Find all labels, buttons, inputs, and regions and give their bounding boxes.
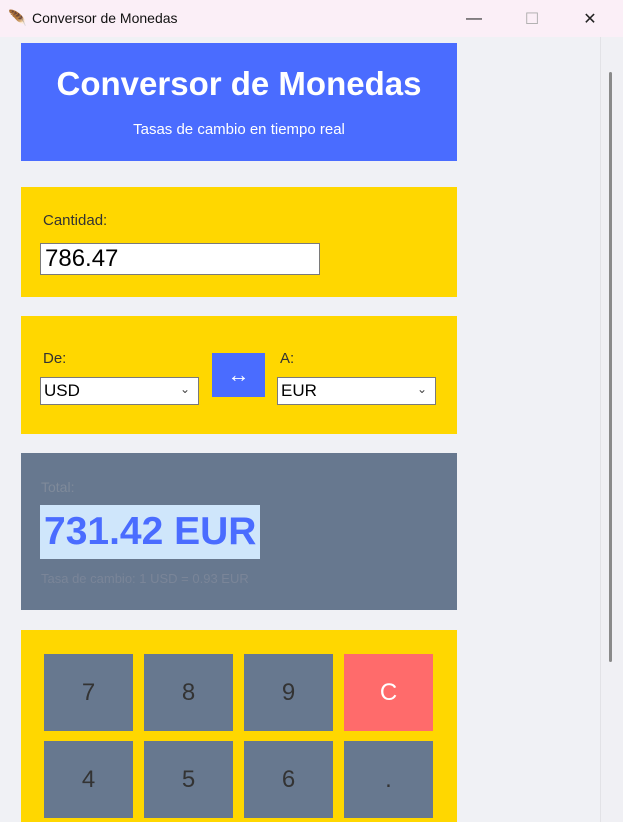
key-9[interactable]: 9 (244, 654, 333, 731)
currency-panel: De: USD ⌄ ↔ A: EUR ⌄ (21, 316, 457, 434)
key-7[interactable]: 7 (44, 654, 133, 731)
result-panel: Total: 731.42 EUR Tasa de cambio: 1 USD … (21, 453, 457, 610)
feather-icon: 🪶 (8, 10, 27, 27)
exchange-rate-text: Tasa de cambio: 1 USD = 0.93 EUR (41, 571, 249, 586)
amount-panel: Cantidad: 786.47 (21, 187, 457, 297)
clear-button[interactable]: C (344, 654, 433, 731)
to-label: A: (280, 350, 295, 367)
to-currency-value: EUR (281, 381, 317, 400)
to-currency-select[interactable]: EUR ⌄ (277, 377, 436, 405)
key-decimal[interactable]: . (344, 741, 433, 818)
key-4[interactable]: 4 (44, 741, 133, 818)
chevron-down-icon: ⌄ (416, 382, 427, 396)
key-5[interactable]: 5 (144, 741, 233, 818)
swap-arrows-icon: ↔ (227, 362, 250, 387)
header-panel: Conversor de Monedas Tasas de cambio en … (21, 43, 457, 161)
swap-button[interactable]: ↔ (212, 353, 265, 397)
from-currency-select[interactable]: USD ⌄ (40, 377, 199, 405)
title-bar: 🪶 Conversor de Monedas — ☐ ✕ (0, 0, 623, 38)
key-6[interactable]: 6 (244, 741, 333, 818)
app-subtitle: Tasas de cambio en tiempo real (133, 121, 345, 138)
key-8[interactable]: 8 (144, 654, 233, 731)
app-content: Conversor de Monedas Tasas de cambio en … (0, 37, 600, 822)
chevron-down-icon: ⌄ (179, 382, 190, 396)
scrollbar-thumb[interactable] (609, 72, 612, 662)
app-title: Conversor de Monedas (56, 65, 422, 102)
from-currency-value: USD (44, 381, 80, 400)
result-label: Total: (41, 479, 75, 495)
window-title: Conversor de Monedas (32, 10, 178, 26)
from-label: De: (43, 350, 67, 367)
minimize-button[interactable]: — (445, 0, 503, 37)
close-button[interactable]: ✕ (561, 0, 619, 37)
vertical-scrollbar[interactable] (600, 37, 623, 822)
maximize-button[interactable]: ☐ (503, 0, 561, 37)
result-value: 731.42 EUR (40, 505, 261, 559)
amount-label: Cantidad: (43, 212, 108, 229)
keypad-panel: 7 8 9 C 4 5 6 . (21, 630, 457, 822)
amount-input[interactable]: 786.47 (40, 243, 320, 275)
